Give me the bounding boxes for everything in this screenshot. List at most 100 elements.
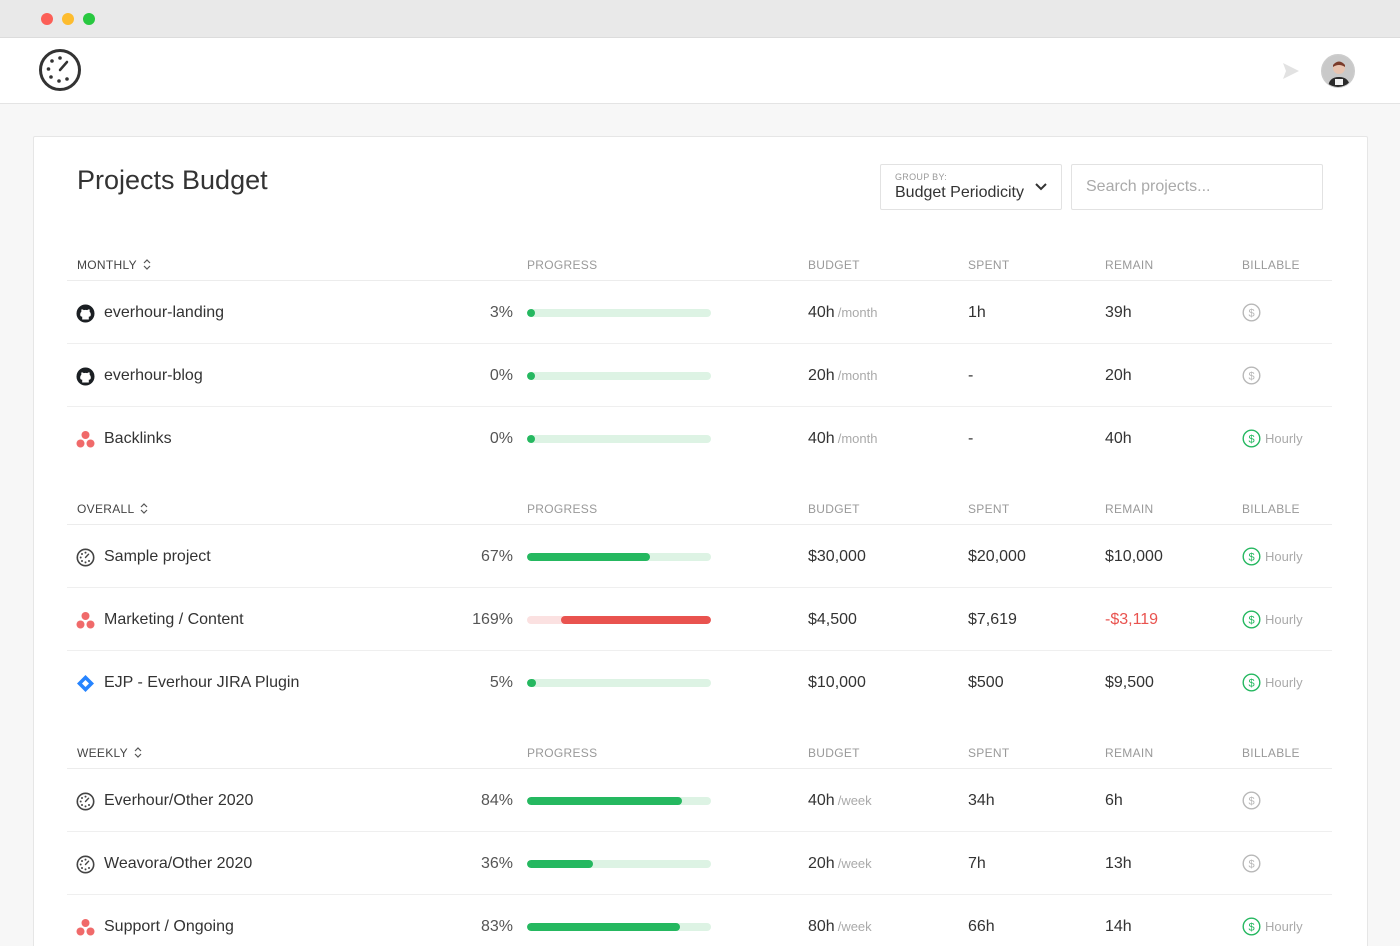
column-header-budget: BUDGET xyxy=(808,258,860,272)
section-header: OVERALL PROGRESS BUDGET SPENT REMAIN BILLABLE xyxy=(67,485,1332,525)
user-avatar[interactable] xyxy=(1321,54,1355,88)
group-sort-toggle[interactable]: OVERALL xyxy=(77,502,148,516)
everhour-icon xyxy=(76,792,95,811)
project-name[interactable]: Weavora/Other 2020 xyxy=(104,855,252,873)
svg-text:$: $ xyxy=(1248,678,1254,690)
dollar-icon: $ xyxy=(1242,917,1261,936)
project-name[interactable]: Sample project xyxy=(104,548,211,566)
everhour-logo-icon[interactable] xyxy=(38,48,82,92)
spent-value: 7h xyxy=(968,855,986,872)
svg-text:$: $ xyxy=(1248,308,1254,320)
progress-bar xyxy=(527,923,711,931)
dollar-icon: $ xyxy=(1242,366,1261,385)
progress-fill xyxy=(560,616,711,624)
svg-text:$: $ xyxy=(1248,922,1254,934)
jira-icon xyxy=(76,674,95,693)
progress-bar xyxy=(527,435,711,443)
group-sort-toggle[interactable]: MONTHLY xyxy=(77,258,151,272)
spent-value: 34h xyxy=(968,792,995,809)
remain-value: 39h xyxy=(1105,304,1132,321)
table-row[interactable]: Weavora/Other 2020 36% 20h/week 7h 13h $ xyxy=(67,832,1332,895)
progress-percent: 0% xyxy=(489,430,513,447)
svg-text:$: $ xyxy=(1248,371,1254,383)
project-name[interactable]: everhour-landing xyxy=(104,304,224,322)
dollar-icon: $ xyxy=(1242,854,1261,873)
sort-icon[interactable] xyxy=(143,259,151,270)
table-row[interactable]: everhour-landing 3% 40h/month 1h 39h $ xyxy=(67,281,1332,344)
window-titlebar xyxy=(0,0,1400,38)
notifications-icon[interactable] xyxy=(1280,60,1302,82)
table-row[interactable]: Marketing / Content 169% $4,500 $7,619 -$3,1… xyxy=(67,588,1332,651)
progress-percent: 36% xyxy=(480,855,513,872)
progress-fill xyxy=(527,797,682,805)
remain-value: -$3,119 xyxy=(1105,611,1159,628)
budget-amount: $10,000 xyxy=(808,674,866,691)
sort-icon[interactable] xyxy=(134,747,142,758)
group-label: WEEKLY xyxy=(77,746,128,760)
search-input[interactable] xyxy=(1071,164,1323,210)
app-header xyxy=(0,38,1400,104)
remain-value: 6h xyxy=(1105,792,1123,809)
column-header-remain: REMAIN xyxy=(1105,258,1154,272)
spent-value: $500 xyxy=(968,674,1004,691)
group-label: OVERALL xyxy=(77,502,135,516)
table-row[interactable]: EJP - Everhour JIRA Plugin 5% $10,000 $500 $… xyxy=(67,651,1332,714)
column-header-remain: REMAIN xyxy=(1105,746,1154,760)
section-header: MONTHLY PROGRESS BUDGET SPENT REMAIN BILLABLE xyxy=(67,241,1332,281)
remain-value: 20h xyxy=(1105,367,1132,384)
dollar-icon: $ xyxy=(1242,429,1261,448)
budget-amount: 80h xyxy=(808,918,835,935)
github-icon xyxy=(76,304,95,323)
table-row[interactable]: Support / Ongoing 83% 80h/week 66h 14h $ Hourl… xyxy=(67,895,1332,946)
project-name[interactable]: Everhour/Other 2020 xyxy=(104,792,253,810)
budget-value: 20h/week xyxy=(808,855,872,873)
projects-budget-card: Projects Budget GROUP BY: Budget Periodi… xyxy=(33,136,1368,946)
column-header-billable: BILLABLE xyxy=(1242,502,1300,516)
column-header-progress: PROGRESS xyxy=(527,258,598,272)
svg-text:$: $ xyxy=(1248,615,1254,627)
asana-icon xyxy=(76,611,95,630)
group-by-dropdown[interactable]: GROUP BY: Budget Periodicity xyxy=(880,164,1062,210)
svg-text:$: $ xyxy=(1248,796,1254,808)
budget-period: /week xyxy=(837,856,872,871)
maximize-window-button[interactable] xyxy=(83,13,95,25)
billable-label: Hourly xyxy=(1265,549,1303,564)
project-name[interactable]: everhour-blog xyxy=(104,367,203,385)
dollar-icon: $ xyxy=(1242,791,1261,810)
spent-value: - xyxy=(968,430,974,447)
column-header-budget: BUDGET xyxy=(808,502,860,516)
budget-period: /week xyxy=(837,793,872,808)
progress-fill xyxy=(527,923,680,931)
progress-percent: 67% xyxy=(480,548,513,565)
progress-fill xyxy=(527,860,594,868)
close-window-button[interactable] xyxy=(41,13,53,25)
column-header-remain: REMAIN xyxy=(1105,502,1154,516)
progress-percent: 169% xyxy=(472,611,513,628)
sort-icon[interactable] xyxy=(140,503,148,514)
budget-amount: 40h xyxy=(808,304,835,321)
progress-percent: 0% xyxy=(489,367,513,384)
project-name[interactable]: Backlinks xyxy=(104,430,172,448)
project-name[interactable]: Marketing / Content xyxy=(104,611,244,629)
table-row[interactable]: Backlinks 0% 40h/month - 40h $ Hourly xyxy=(67,407,1332,470)
section-header: WEEKLY PROGRESS BUDGET SPENT REMAIN BILLABLE xyxy=(67,729,1332,769)
progress-bar xyxy=(527,860,711,868)
minimize-window-button[interactable] xyxy=(62,13,74,25)
project-name[interactable]: EJP - Everhour JIRA Plugin xyxy=(104,674,299,692)
column-header-billable: BILLABLE xyxy=(1242,258,1300,272)
progress-bar xyxy=(527,797,711,805)
budget-period: /month xyxy=(837,431,878,446)
remain-value: 40h xyxy=(1105,430,1132,447)
progress-fill xyxy=(527,309,535,317)
group-sort-toggle[interactable]: WEEKLY xyxy=(77,746,142,760)
remain-value: $10,000 xyxy=(1105,548,1163,565)
table-row[interactable]: everhour-blog 0% 20h/month - 20h $ xyxy=(67,344,1332,407)
dollar-icon: $ xyxy=(1242,547,1261,566)
table-row[interactable]: Everhour/Other 2020 84% 40h/week 34h 6h $ xyxy=(67,769,1332,832)
remain-value: $9,500 xyxy=(1105,674,1154,691)
table-row[interactable]: Sample project 67% $30,000 $20,000 $10,000 $ H… xyxy=(67,525,1332,588)
progress-fill xyxy=(527,372,535,380)
budget-amount: 20h xyxy=(808,855,835,872)
project-name[interactable]: Support / Ongoing xyxy=(104,918,234,936)
spent-value: - xyxy=(968,367,974,384)
